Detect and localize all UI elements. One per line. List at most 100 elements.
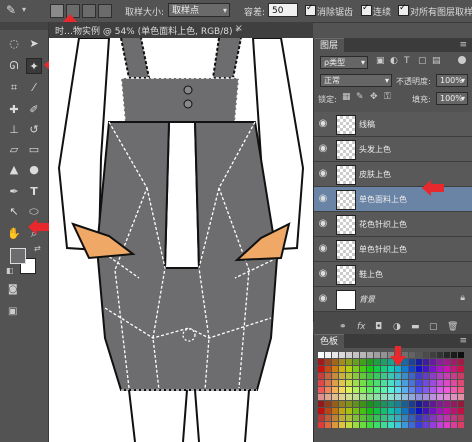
color-swatch[interactable] bbox=[388, 422, 394, 428]
color-swatch[interactable] bbox=[416, 415, 422, 421]
color-swatch[interactable] bbox=[402, 366, 408, 372]
color-swatch[interactable] bbox=[416, 352, 422, 358]
color-swatch[interactable] bbox=[339, 401, 345, 407]
color-swatch[interactable] bbox=[444, 408, 450, 414]
filter-pixel-icon[interactable]: ▣ bbox=[376, 56, 385, 66]
color-swatch[interactable] bbox=[388, 408, 394, 414]
color-swatch[interactable] bbox=[430, 415, 436, 421]
color-swatch[interactable] bbox=[409, 373, 415, 379]
color-swatch[interactable] bbox=[423, 352, 429, 358]
layer-row-background[interactable]: ◉ 背景 🔒︎ bbox=[314, 287, 472, 312]
visibility-eye-icon[interactable]: ◉ bbox=[317, 218, 329, 230]
color-swatch[interactable] bbox=[332, 359, 338, 365]
color-swatch[interactable] bbox=[318, 415, 324, 421]
color-swatch[interactable] bbox=[318, 394, 324, 400]
chevron-down-icon[interactable]: ▾ bbox=[22, 5, 26, 14]
color-swatch[interactable] bbox=[423, 359, 429, 365]
color-swatch[interactable] bbox=[346, 422, 352, 428]
color-swatch[interactable] bbox=[444, 352, 450, 358]
layer-row[interactable]: ◉ 皮肤上色 bbox=[314, 162, 472, 187]
color-swatch[interactable] bbox=[430, 387, 436, 393]
color-swatch[interactable] bbox=[395, 415, 401, 421]
color-swatch[interactable] bbox=[332, 352, 338, 358]
color-swatch[interactable] bbox=[437, 359, 443, 365]
adjustment-icon[interactable]: ◑ bbox=[393, 322, 401, 332]
color-swatch[interactable] bbox=[409, 408, 415, 414]
color-swatch[interactable] bbox=[444, 422, 450, 428]
color-swatch[interactable] bbox=[374, 394, 380, 400]
color-swatch[interactable] bbox=[409, 415, 415, 421]
color-swatch[interactable] bbox=[402, 394, 408, 400]
color-swatch[interactable] bbox=[395, 408, 401, 414]
color-swatch[interactable] bbox=[409, 366, 415, 372]
crop-tool-icon[interactable]: ⌗ bbox=[6, 80, 22, 96]
color-swatch[interactable] bbox=[402, 380, 408, 386]
color-swatch[interactable] bbox=[423, 387, 429, 393]
color-swatch[interactable] bbox=[458, 352, 464, 358]
visibility-eye-icon[interactable]: ◉ bbox=[317, 243, 329, 255]
color-swatch[interactable] bbox=[346, 359, 352, 365]
color-swatch[interactable] bbox=[458, 394, 464, 400]
color-swatch[interactable] bbox=[332, 401, 338, 407]
color-swatch[interactable] bbox=[409, 401, 415, 407]
color-swatch[interactable] bbox=[458, 401, 464, 407]
quick-mask-icon[interactable]: ◙ bbox=[8, 284, 18, 295]
color-swatch[interactable] bbox=[360, 408, 366, 414]
panel-menu-icon[interactable]: ≡ bbox=[459, 336, 467, 346]
color-swatch[interactable] bbox=[430, 359, 436, 365]
color-swatch[interactable] bbox=[444, 373, 450, 379]
color-swatch[interactable] bbox=[423, 401, 429, 407]
color-swatch[interactable] bbox=[346, 394, 352, 400]
color-swatch[interactable] bbox=[409, 394, 415, 400]
color-swatch[interactable] bbox=[367, 422, 373, 428]
color-swatch[interactable] bbox=[318, 387, 324, 393]
intersect-selection-button[interactable] bbox=[98, 4, 112, 18]
color-swatch[interactable] bbox=[353, 422, 359, 428]
subtract-from-selection-button[interactable] bbox=[82, 4, 96, 18]
color-swatch[interactable] bbox=[444, 359, 450, 365]
color-swatch[interactable] bbox=[353, 408, 359, 414]
mask-icon[interactable]: ◘ bbox=[375, 322, 382, 332]
layer-row[interactable]: ◉ 花色针织上色 bbox=[314, 212, 472, 237]
color-swatch[interactable] bbox=[339, 387, 345, 393]
color-swatch[interactable] bbox=[451, 401, 457, 407]
color-swatch[interactable] bbox=[346, 387, 352, 393]
color-swatch[interactable] bbox=[437, 408, 443, 414]
visibility-eye-icon[interactable]: ◉ bbox=[317, 293, 329, 305]
close-icon[interactable]: × bbox=[235, 23, 243, 34]
magic-wand-tool-icon[interactable]: ✦ bbox=[26, 58, 42, 74]
color-swatch[interactable] bbox=[423, 366, 429, 372]
pen-tool-icon[interactable]: ✒ bbox=[6, 184, 22, 200]
color-swatch[interactable] bbox=[332, 366, 338, 372]
lock-transparency-icon[interactable]: ▦ bbox=[342, 92, 351, 102]
lock-move-icon[interactable]: ✥ bbox=[370, 92, 378, 102]
color-swatch[interactable] bbox=[437, 401, 443, 407]
color-swatch[interactable] bbox=[318, 408, 324, 414]
lock-all-icon[interactable]: ⚿ bbox=[384, 92, 391, 102]
color-swatch[interactable] bbox=[360, 387, 366, 393]
color-swatch[interactable] bbox=[360, 380, 366, 386]
opacity-input[interactable]: 100% bbox=[436, 74, 468, 87]
color-swatch[interactable] bbox=[395, 373, 401, 379]
color-swatch[interactable] bbox=[339, 394, 345, 400]
color-swatch[interactable] bbox=[367, 394, 373, 400]
color-swatch[interactable] bbox=[374, 415, 380, 421]
color-swatch[interactable] bbox=[339, 408, 345, 414]
color-swatch[interactable] bbox=[332, 373, 338, 379]
color-swatch[interactable] bbox=[325, 387, 331, 393]
color-swatch[interactable] bbox=[437, 422, 443, 428]
lasso-tool-icon[interactable]: ᘏ bbox=[6, 58, 22, 74]
color-swatch[interactable] bbox=[409, 352, 415, 358]
color-swatch[interactable] bbox=[381, 352, 387, 358]
color-swatch[interactable] bbox=[423, 394, 429, 400]
color-swatch[interactable] bbox=[318, 366, 324, 372]
filter-smart-icon[interactable]: ▤ bbox=[432, 56, 441, 66]
color-swatch[interactable] bbox=[353, 373, 359, 379]
color-swatch[interactable] bbox=[388, 415, 394, 421]
color-swatch[interactable] bbox=[360, 373, 366, 379]
color-swatch[interactable] bbox=[353, 387, 359, 393]
color-swatch[interactable] bbox=[346, 415, 352, 421]
link-icon[interactable]: ⚭ bbox=[339, 322, 347, 332]
filter-type-icon[interactable]: T bbox=[404, 56, 410, 66]
filter-adjustment-icon[interactable]: ◐ bbox=[390, 56, 398, 66]
